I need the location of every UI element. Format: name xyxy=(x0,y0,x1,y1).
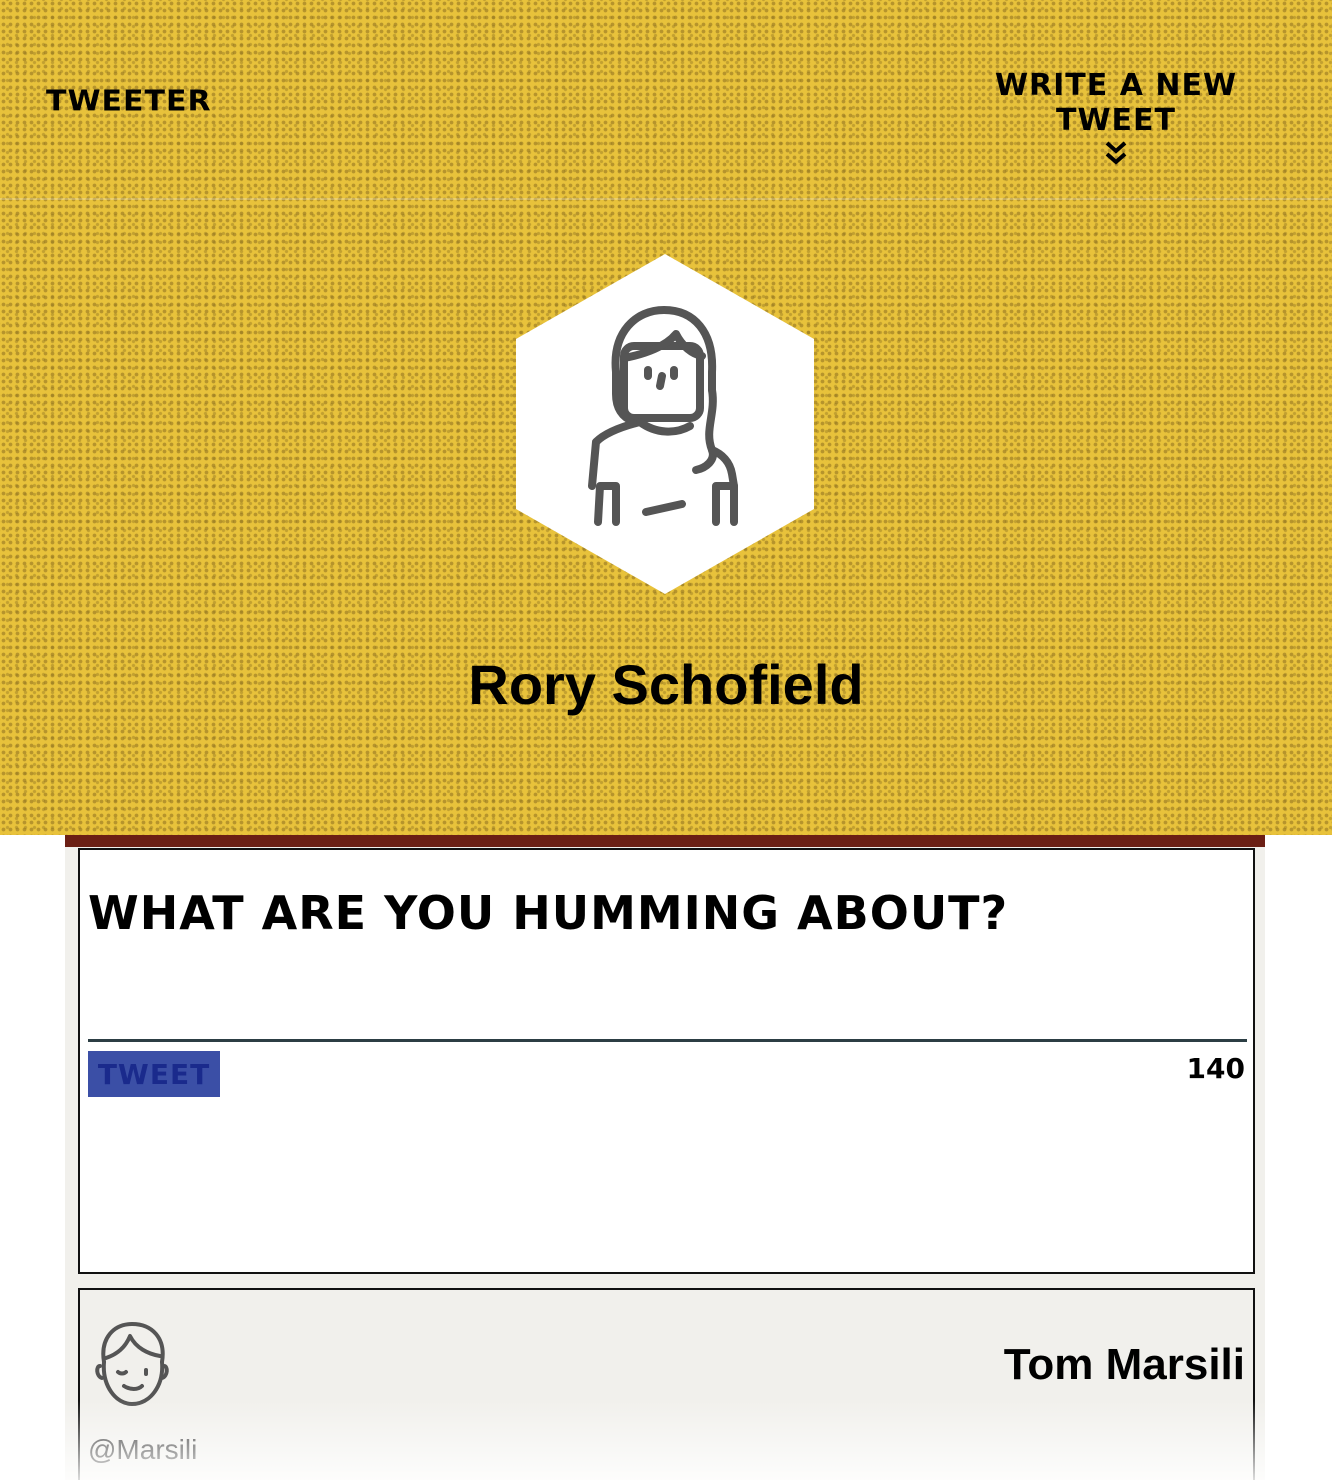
double-chevron-down-icon xyxy=(1105,141,1127,165)
character-counter: 140 xyxy=(1186,1052,1245,1085)
app-logo[interactable]: Tweeter xyxy=(46,85,212,118)
tweet-card: Tom Marsili @Marsili xyxy=(78,1288,1255,1480)
write-new-tweet-label: Write a new tweet xyxy=(994,68,1238,138)
profile-header: Tweeter Write a new tweet xyxy=(0,0,1332,835)
compose-heading: What are you humming about? xyxy=(88,886,1009,940)
nav-divider xyxy=(0,198,1332,200)
profile-avatar xyxy=(516,254,814,594)
man-avatar-icon xyxy=(95,1322,169,1406)
main-content: What are you humming about? Tweet 140 To… xyxy=(65,847,1265,1480)
page-margin-left xyxy=(0,835,65,1480)
compose-tweet-panel: What are you humming about? Tweet 140 xyxy=(78,848,1255,1274)
tweet-author-handle[interactable]: @Marsili xyxy=(88,1434,197,1466)
profile-name: Rory Schofield xyxy=(468,653,864,716)
tweet-text-input[interactable] xyxy=(88,954,1247,1042)
tweet-author-name[interactable]: Tom Marsili xyxy=(1004,1340,1245,1390)
write-new-tweet-link[interactable]: Write a new tweet xyxy=(946,68,1286,166)
tweet-submit-button[interactable]: Tweet xyxy=(88,1051,220,1097)
page-margin-right xyxy=(1265,835,1332,1480)
